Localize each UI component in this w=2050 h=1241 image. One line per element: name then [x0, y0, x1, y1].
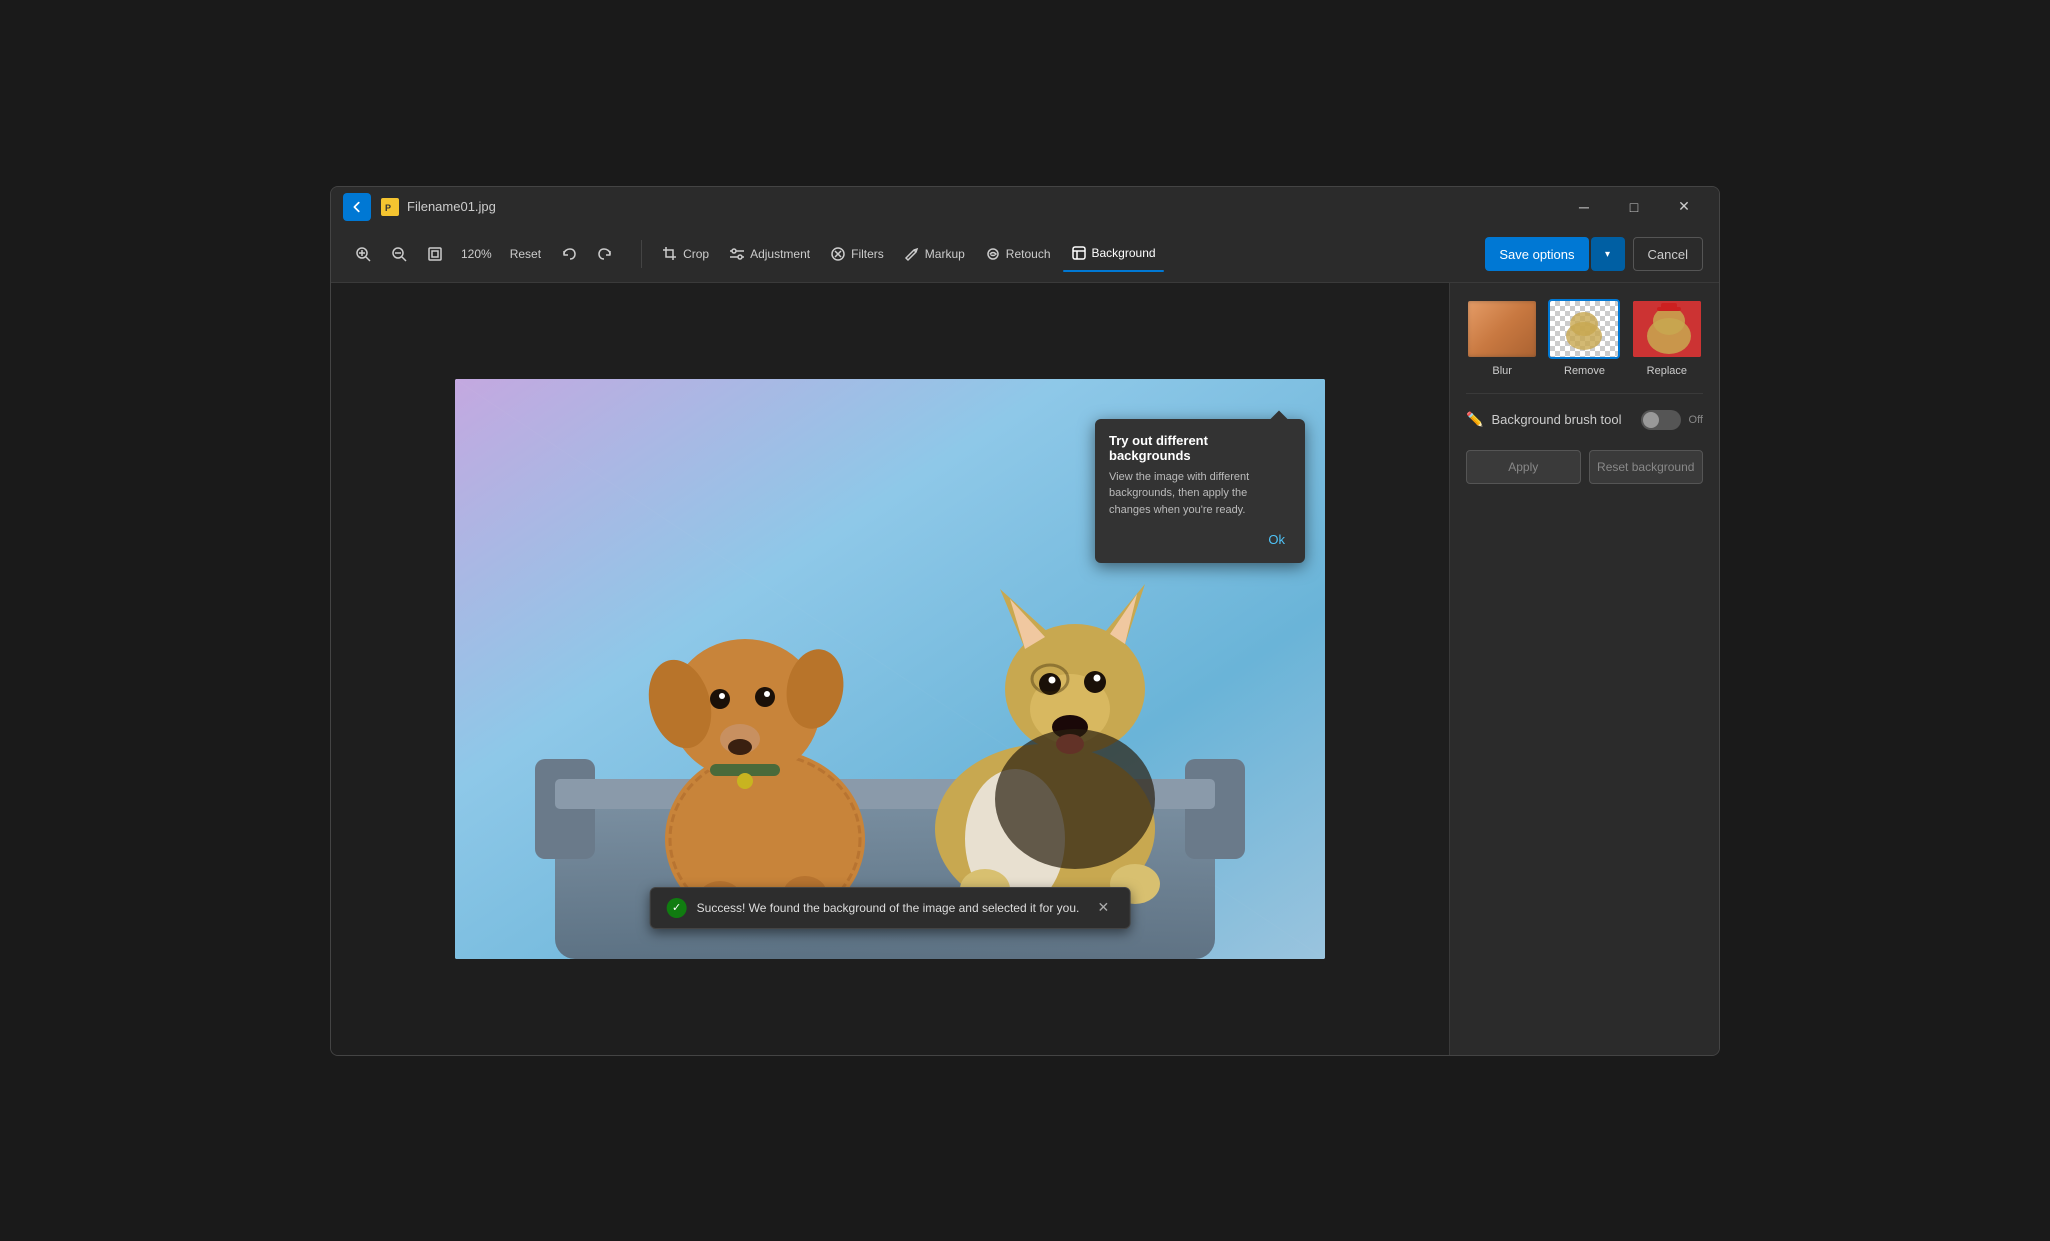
image-container: Try out different backgrounds View the i… — [455, 379, 1325, 959]
background-tool-wrapper: Background — [1063, 236, 1164, 272]
action-buttons: Apply Reset background — [1466, 450, 1703, 484]
background-button[interactable]: Background — [1063, 236, 1164, 270]
aspect-ratio-button[interactable] — [419, 237, 451, 271]
tooltip-ok-button[interactable]: Ok — [1262, 530, 1291, 549]
right-panel: Blur Preview — [1449, 283, 1719, 1055]
crop-tool-wrapper: Crop — [654, 237, 717, 271]
remove-option[interactable]: Preview Remove — [1548, 299, 1620, 377]
apply-button[interactable]: Apply — [1466, 450, 1581, 484]
tooltip-body: View the image with different background… — [1109, 469, 1291, 519]
main-content: Try out different backgrounds View the i… — [331, 283, 1719, 1055]
remove-thumbnail: Preview — [1548, 299, 1620, 359]
toolbar-separator-1 — [641, 240, 642, 268]
cancel-button[interactable]: Cancel — [1633, 237, 1703, 271]
window-controls: ─ □ ✕ — [1561, 192, 1707, 222]
adjustment-button[interactable]: Adjustment — [721, 237, 818, 271]
maximize-button[interactable]: □ — [1611, 192, 1657, 222]
remove-dog-preview — [1550, 301, 1618, 357]
save-options-chevron[interactable]: ▾ — [1591, 237, 1625, 271]
background-tooltip: Try out different backgrounds View the i… — [1095, 419, 1305, 564]
active-indicator — [1063, 270, 1164, 272]
brush-icon: ✏️ — [1466, 411, 1483, 428]
toast-message: Success! We found the background of the … — [697, 901, 1080, 915]
blur-thumbnail — [1466, 299, 1538, 359]
back-button[interactable] — [343, 193, 371, 221]
zoom-controls: 120% Reset — [347, 237, 621, 271]
minimize-button[interactable]: ─ — [1561, 192, 1607, 222]
close-button[interactable]: ✕ — [1661, 192, 1707, 222]
app-icon: P — [381, 198, 399, 216]
markup-button[interactable]: Markup — [896, 237, 973, 271]
crop-button[interactable]: Crop — [654, 237, 717, 271]
replace-preview — [1633, 301, 1701, 357]
replace-thumbnail: Preview — [1631, 299, 1703, 359]
replace-option[interactable]: Preview Replace — [1631, 299, 1703, 377]
replace-label: Replace — [1647, 365, 1687, 377]
app-window: P Filename01.jpg ─ □ ✕ 120% Reset — [330, 186, 1720, 1056]
toast-check-icon: ✓ — [667, 898, 687, 918]
background-options: Blur Preview — [1466, 299, 1703, 377]
toast-close-button[interactable]: ✕ — [1093, 898, 1113, 918]
filters-button[interactable]: Filters — [822, 237, 892, 271]
blur-label: Blur — [1492, 365, 1512, 377]
redo-button[interactable] — [589, 237, 621, 271]
blur-option[interactable]: Blur — [1466, 299, 1538, 377]
blur-preview — [1466, 299, 1538, 359]
zoom-in-button[interactable] — [347, 237, 379, 271]
panel-divider — [1466, 393, 1703, 394]
svg-text:P: P — [385, 203, 391, 213]
reset-background-button[interactable]: Reset background — [1589, 450, 1704, 484]
undo-button[interactable] — [553, 237, 585, 271]
zoom-out-button[interactable] — [383, 237, 415, 271]
tooltip-title: Try out different backgrounds — [1109, 433, 1291, 463]
brush-tool-row: ✏️ Background brush tool Off — [1466, 410, 1703, 430]
toggle-knob — [1643, 412, 1659, 428]
main-image: Try out different backgrounds View the i… — [455, 379, 1325, 959]
brush-toggle[interactable] — [1641, 410, 1681, 430]
reset-zoom-button[interactable]: Reset — [502, 237, 549, 271]
remove-label: Remove — [1564, 365, 1605, 377]
brush-tool-label: Background brush tool — [1491, 412, 1632, 427]
toolbar: 120% Reset Crop Adjustment Filters — [331, 227, 1719, 283]
canvas-area[interactable]: Try out different backgrounds View the i… — [331, 283, 1449, 1055]
toggle-state-label: Off — [1689, 414, 1703, 426]
retouch-button[interactable]: Retouch — [977, 237, 1059, 271]
save-options-button[interactable]: Save options — [1485, 237, 1588, 271]
toolbar-right: Save options ▾ Cancel — [1485, 237, 1703, 271]
success-toast: ✓ Success! We found the background of th… — [650, 887, 1131, 929]
zoom-value: 120% — [455, 247, 498, 261]
title-bar: P Filename01.jpg ─ □ ✕ — [331, 187, 1719, 227]
remove-preview — [1550, 301, 1618, 357]
window-title: Filename01.jpg — [407, 199, 496, 214]
